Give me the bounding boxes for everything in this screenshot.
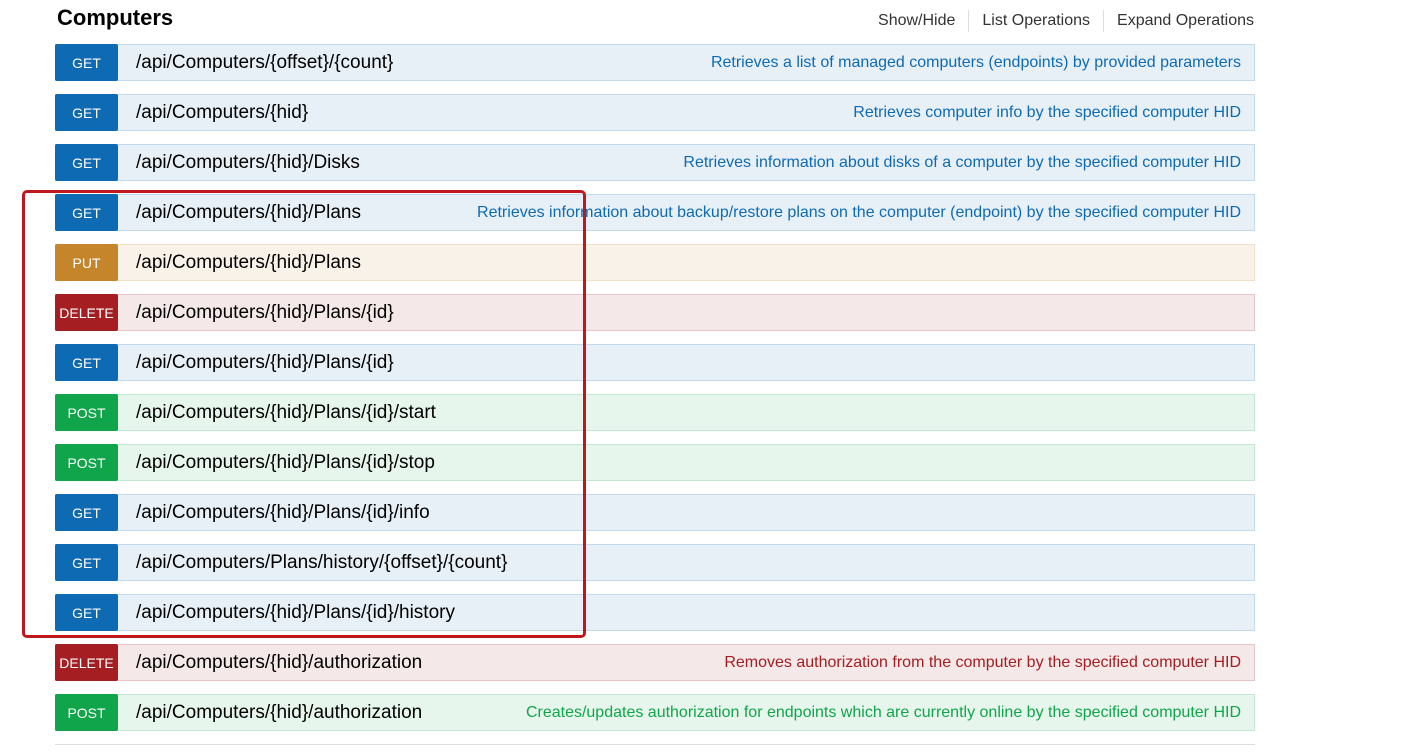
section-actions: Show/Hide List Operations Expand Operati… <box>878 10 1254 32</box>
endpoint-row[interactable]: GET/api/Computers/{hid}/Plans/{id} <box>55 344 1255 381</box>
method-badge-post[interactable]: POST <box>55 694 118 731</box>
method-badge-delete[interactable]: DELETE <box>55 644 118 681</box>
endpoint-row[interactable]: PUT/api/Computers/{hid}/Plans <box>55 244 1255 281</box>
endpoint-path[interactable]: /api/Computers/{hid}/authorization <box>136 702 422 724</box>
divider <box>55 744 1255 745</box>
method-badge-get[interactable]: GET <box>55 94 118 131</box>
method-badge-get[interactable]: GET <box>55 344 118 381</box>
show-hide-link[interactable]: Show/Hide <box>878 10 955 32</box>
endpoint-path[interactable]: /api/Computers/{hid}/Plans/{id}/history <box>136 602 455 624</box>
endpoint-row[interactable]: DELETE/api/Computers/{hid}/Plans/{id} <box>55 294 1255 331</box>
endpoint-path[interactable]: /api/Computers/{hid}/Plans/{id}/stop <box>136 452 435 474</box>
method-badge-get[interactable]: GET <box>55 544 118 581</box>
endpoint-path[interactable]: /api/Computers/{hid}/Plans <box>136 252 361 274</box>
method-badge-get[interactable]: GET <box>55 44 118 81</box>
endpoint-description[interactable]: Removes authorization from the computer … <box>724 654 1241 672</box>
endpoint-row[interactable]: DELETE/api/Computers/{hid}/authorization… <box>55 644 1255 681</box>
endpoint-path[interactable]: /api/Computers/{hid}/Plans <box>136 202 361 224</box>
endpoint-path[interactable]: /api/Computers/{hid}/Plans/{id} <box>136 352 394 374</box>
endpoint-row[interactable]: GET/api/Computers/{offset}/{count} Retrie… <box>55 44 1255 81</box>
endpoint-path[interactable]: /api/Computers/Plans/history/{offset}/{c… <box>136 552 507 574</box>
endpoint-path[interactable]: /api/Computers/{hid} <box>136 102 308 124</box>
endpoint-row[interactable]: POST/api/Computers/{hid}/authorization Cr… <box>55 694 1255 731</box>
endpoint-path[interactable]: /api/Computers/{hid}/Disks <box>136 152 360 174</box>
list-operations-link[interactable]: List Operations <box>982 10 1090 32</box>
endpoint-row[interactable]: GET/api/Computers/Plans/history/{offset}… <box>55 544 1255 581</box>
method-badge-get[interactable]: GET <box>55 144 118 181</box>
endpoint-row[interactable]: GET/api/Computers/{hid} Retrieves compute… <box>55 94 1255 131</box>
method-badge-post[interactable]: POST <box>55 394 118 431</box>
endpoint-description[interactable]: Creates/updates authorization for endpoi… <box>526 704 1241 722</box>
endpoint-path[interactable]: /api/Computers/{hid}/Plans/{id} <box>136 302 394 324</box>
endpoint-path[interactable]: /api/Computers/{offset}/{count} <box>136 52 393 74</box>
endpoint-row[interactable]: GET/api/Computers/{hid}/Plans/{id}/histo… <box>55 594 1255 631</box>
endpoint-row[interactable]: POST/api/Computers/{hid}/Plans/{id}/stop <box>55 444 1255 481</box>
method-badge-delete[interactable]: DELETE <box>55 294 118 331</box>
method-badge-put[interactable]: PUT <box>55 244 118 281</box>
endpoint-row[interactable]: GET/api/Computers/{hid}/Plans/{id}/info <box>55 494 1255 531</box>
expand-operations-link[interactable]: Expand Operations <box>1117 10 1254 32</box>
method-badge-post[interactable]: POST <box>55 444 118 481</box>
section-title[interactable]: Computers <box>57 5 173 31</box>
method-badge-get[interactable]: GET <box>55 594 118 631</box>
endpoint-path[interactable]: /api/Computers/{hid}/Plans/{id}/info <box>136 502 430 524</box>
endpoint-row[interactable]: POST/api/Computers/{hid}/Plans/{id}/star… <box>55 394 1255 431</box>
divider <box>1103 10 1105 32</box>
divider <box>968 10 970 32</box>
endpoint-description[interactable]: Retrieves computer info by the specified… <box>853 104 1241 122</box>
endpoint-description[interactable]: Retrieves information about disks of a c… <box>683 154 1241 172</box>
endpoint-description[interactable]: Retrieves a list of managed computers (e… <box>711 54 1241 72</box>
endpoint-description[interactable]: Retrieves information about backup/resto… <box>477 204 1241 222</box>
endpoint-row[interactable]: GET/api/Computers/{hid}/Plans Retrieves i… <box>55 194 1255 231</box>
method-badge-get[interactable]: GET <box>55 494 118 531</box>
endpoint-row[interactable]: GET/api/Computers/{hid}/Disks Retrieves i… <box>55 144 1255 181</box>
endpoint-path[interactable]: /api/Computers/{hid}/authorization <box>136 652 422 674</box>
endpoint-path[interactable]: /api/Computers/{hid}/Plans/{id}/start <box>136 402 436 424</box>
endpoint-list: GET/api/Computers/{offset}/{count} Retrie… <box>55 44 1255 744</box>
method-badge-get[interactable]: GET <box>55 194 118 231</box>
